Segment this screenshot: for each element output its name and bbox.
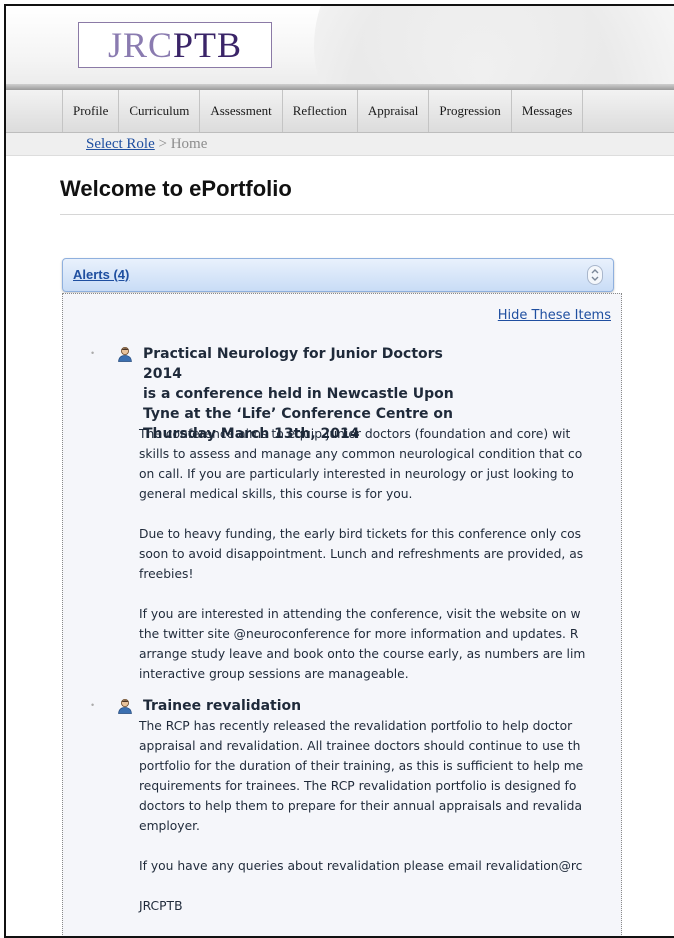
nav-item-progression[interactable]: Progression <box>429 90 512 132</box>
alert-text-line: soon to avoid disappointment. Lunch and … <box>139 547 584 561</box>
alert-body-text: The RCP has recently released the revali… <box>139 716 621 936</box>
alert-body-text: The conference aims to equip junior doct… <box>139 424 621 704</box>
alert-text-line: appraisal and revalidation. All trainee … <box>139 739 581 753</box>
nav-item-appraisal[interactable]: Appraisal <box>358 90 430 132</box>
alert-text-line: general medical skills, this course is f… <box>139 487 413 501</box>
chevron-up-down-icon <box>591 269 599 281</box>
breadcrumb-current: Home <box>170 136 208 152</box>
header-decoration <box>314 6 674 84</box>
alert-title-line: is a conference held in Newcastle Upon <box>143 386 454 402</box>
logo-text-jrc: JRC <box>107 25 173 65</box>
jrcptb-logo[interactable]: JRC PTB <box>78 22 272 68</box>
alert-text-line: If you are interested in attending the c… <box>139 607 581 621</box>
nav-item-curriculum[interactable]: Curriculum <box>119 90 201 132</box>
alert-text-line: employer. <box>139 819 200 833</box>
browser-frame: JRC PTB Profile Curriculum Assessment Ref… <box>4 4 674 938</box>
alert-paragraph: If you are interested in attending the c… <box>139 604 621 684</box>
person-icon <box>117 346 133 362</box>
nav-item-profile[interactable]: Profile <box>62 90 120 132</box>
nav-item-messages[interactable]: Messages <box>512 90 584 132</box>
alert-text-line: freebies! <box>139 567 194 581</box>
bullet-icon: • <box>91 700 95 710</box>
alert-text-line: arrange study leave and book onto the co… <box>139 647 586 661</box>
alerts-toggle-link[interactable]: Alerts (4) <box>73 267 129 282</box>
alert-title: Trainee revalidation <box>143 696 473 716</box>
alert-paragraph: JRCPTB <box>139 896 621 916</box>
bullet-icon: • <box>91 348 95 358</box>
alert-text-line: If you have any queries about revalidati… <box>139 859 583 873</box>
site-header: JRC PTB <box>6 6 674 84</box>
alert-title-line: Tyne at the ‘Life’ Conference Centre on <box>143 406 453 422</box>
alert-text-line: requirements for trainees. The RCP reval… <box>139 779 577 793</box>
alerts-panel-body: Hide These Items • Practical Neurology f… <box>62 293 622 936</box>
breadcrumb: Select Role > Home <box>6 133 674 156</box>
alert-paragraph: The RCP has recently released the revali… <box>139 716 621 836</box>
alert-paragraph: The conference aims to equip junior doct… <box>139 424 621 504</box>
page-title: Welcome to ePortfolio <box>60 176 292 201</box>
alert-text-line: Due to heavy funding, the early bird tic… <box>139 527 582 541</box>
alert-text-line: portfolio for the duration of their trai… <box>139 759 584 773</box>
hide-items-link[interactable]: Hide These Items <box>498 308 611 323</box>
alert-text-line: on call. If you are particularly interes… <box>139 467 574 481</box>
main-nav: Profile Curriculum Assessment Reflection… <box>6 90 674 133</box>
nav-item-reflection[interactable]: Reflection <box>283 90 358 132</box>
breadcrumb-separator: > <box>154 136 171 152</box>
alert-text-line: The conference aims to equip junior doct… <box>139 427 571 441</box>
alert-text-line: skills to assess and manage any common n… <box>139 447 583 461</box>
collapse-expand-icon[interactable] <box>587 265 603 285</box>
alert-text-line: The RCP has recently released the revali… <box>139 719 573 733</box>
nav-item-assessment[interactable]: Assessment <box>200 90 283 132</box>
alert-signature: JRCPTB <box>139 899 183 913</box>
alerts-panel-header[interactable]: Alerts (4) <box>62 258 614 292</box>
alert-paragraph: Due to heavy funding, the early bird tic… <box>139 524 621 584</box>
alert-paragraph: If you have any queries about revalidati… <box>139 856 621 876</box>
alert-text-line: the twitter site @neuroconference for mo… <box>139 627 579 641</box>
alert-title-line: Trainee revalidation <box>143 698 302 714</box>
title-divider <box>60 214 674 215</box>
logo-text-ptb: PTB <box>173 25 243 65</box>
alert-title-line: Practical Neurology for Junior Doctors 2… <box>143 346 443 382</box>
alert-text-line: doctors to help them to prepare for thei… <box>139 799 582 813</box>
breadcrumb-select-role-link[interactable]: Select Role <box>86 136 155 152</box>
person-icon <box>117 698 133 714</box>
alert-text-line: interactive group sessions are manageabl… <box>139 667 409 681</box>
